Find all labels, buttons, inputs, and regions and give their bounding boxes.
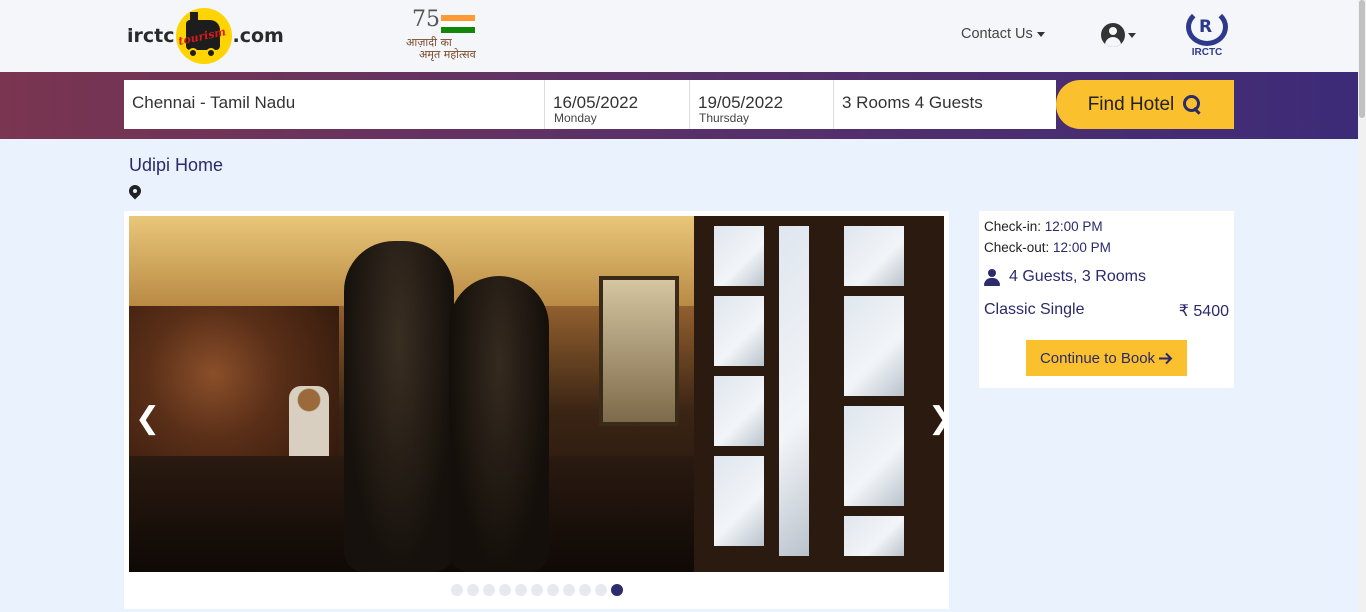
- checkout-day: Thursday: [699, 111, 750, 125]
- page-scrollbar[interactable]: [1358, 0, 1366, 612]
- checkin-date-value: 16/05/2022: [553, 93, 639, 112]
- rooms-guests-value: 3 Rooms 4 Guests: [842, 93, 983, 112]
- checkin-time-value: 12:00 PM: [1044, 219, 1103, 234]
- room-price-row: Classic Single ₹ 5400: [984, 301, 1229, 321]
- hotel-name: Udipi Home: [129, 155, 224, 175]
- carousel-dot[interactable]: [579, 584, 591, 596]
- user-circle-icon: [1101, 23, 1125, 47]
- logo-text-right: .com: [232, 25, 284, 47]
- search-icon: [1183, 95, 1202, 114]
- map-pin-icon[interactable]: [129, 185, 141, 201]
- azadi-line-2: अमृत महोत्सव: [419, 48, 476, 61]
- checkout-time-value: 12:00 PM: [1053, 240, 1111, 255]
- find-hotel-label: Find Hotel: [1087, 93, 1175, 115]
- carousel-prev-arrow[interactable]: ❮: [135, 401, 160, 436]
- irctc-corporate-logo[interactable]: R IRCTC: [1184, 8, 1230, 64]
- carousel-dot[interactable]: [611, 584, 623, 596]
- checkout-date-field[interactable]: 19/05/2022 Thursday: [690, 80, 834, 129]
- continue-to-book-label: Continue to Book: [1039, 349, 1156, 367]
- guests-rooms-text: 4 Guests, 3 Rooms: [1009, 268, 1146, 285]
- azadi-number: 75: [412, 7, 440, 32]
- find-hotel-button[interactable]: Find Hotel: [1056, 80, 1234, 129]
- continue-to-book-button[interactable]: Continue to Book: [1026, 340, 1187, 376]
- booking-summary-card: Check-in: 12:00 PM Check-out: 12:00 PM 4…: [979, 211, 1234, 388]
- city-value: Chennai - Tamil Nadu: [132, 93, 296, 112]
- checkin-time-row: Check-in: 12:00 PM: [984, 219, 1103, 234]
- checkin-time-label: Check-in:: [984, 219, 1042, 234]
- guests-rooms-summary: 4 Guests, 3 Rooms: [984, 268, 1146, 286]
- carousel-dot[interactable]: [499, 584, 511, 596]
- carousel-next-arrow[interactable]: ❯: [928, 401, 944, 436]
- hotel-image-carousel: ❮ ❯: [124, 211, 949, 609]
- carousel-dot[interactable]: [515, 584, 527, 596]
- carousel-dot[interactable]: [483, 584, 495, 596]
- irctc-tourism-logo[interactable]: irctc tourism .com: [127, 8, 284, 64]
- hotel-search-form: Chennai - Tamil Nadu 16/05/2022 Monday 1…: [124, 80, 1234, 129]
- carousel-dot[interactable]: [531, 584, 543, 596]
- carousel-dot[interactable]: [451, 584, 463, 596]
- checkout-time-row: Check-out: 12:00 PM: [984, 240, 1111, 255]
- carousel-dot[interactable]: [563, 584, 575, 596]
- caret-down-icon: [1128, 32, 1136, 38]
- user-icon: [984, 268, 1000, 286]
- indian-flag-icon: [441, 15, 475, 35]
- checkout-time-label: Check-out:: [984, 240, 1050, 255]
- user-account-dropdown[interactable]: [1101, 23, 1136, 47]
- contact-us-dropdown[interactable]: Contact Us: [961, 26, 1045, 42]
- contact-us-label: Contact Us: [961, 26, 1033, 42]
- top-header: irctc tourism .com 75 आज़ादी का अमृत महो…: [0, 0, 1358, 72]
- arrow-right-icon: [1159, 352, 1173, 364]
- logo-text-left: irctc: [127, 25, 175, 47]
- hotel-lobby-photo: ❮ ❯: [129, 216, 944, 572]
- checkin-day: Monday: [554, 111, 597, 125]
- caret-down-icon: [1036, 31, 1045, 37]
- checkout-date-value: 19/05/2022: [698, 93, 784, 112]
- carousel-dot[interactable]: [547, 584, 559, 596]
- checkin-date-field[interactable]: 16/05/2022 Monday: [545, 80, 690, 129]
- azadi-ka-amrit-mahotsav-logo: 75 आज़ादी का अमृत महोत्सव: [405, 7, 485, 61]
- room-price: ₹ 5400: [1178, 303, 1229, 320]
- train-logo-icon: tourism: [175, 8, 232, 64]
- irctc-logo-label: IRCTC: [1191, 47, 1223, 58]
- scrollbar-thumb[interactable]: [1359, 0, 1365, 118]
- room-type: Classic Single: [984, 301, 1085, 318]
- carousel-dot[interactable]: [595, 584, 607, 596]
- search-band: Chennai - Tamil Nadu 16/05/2022 Monday 1…: [0, 72, 1358, 139]
- carousel-indicators: [451, 584, 623, 596]
- carousel-dot[interactable]: [467, 584, 479, 596]
- rooms-guests-field[interactable]: 3 Rooms 4 Guests: [834, 80, 1056, 129]
- city-field[interactable]: Chennai - Tamil Nadu: [124, 80, 545, 129]
